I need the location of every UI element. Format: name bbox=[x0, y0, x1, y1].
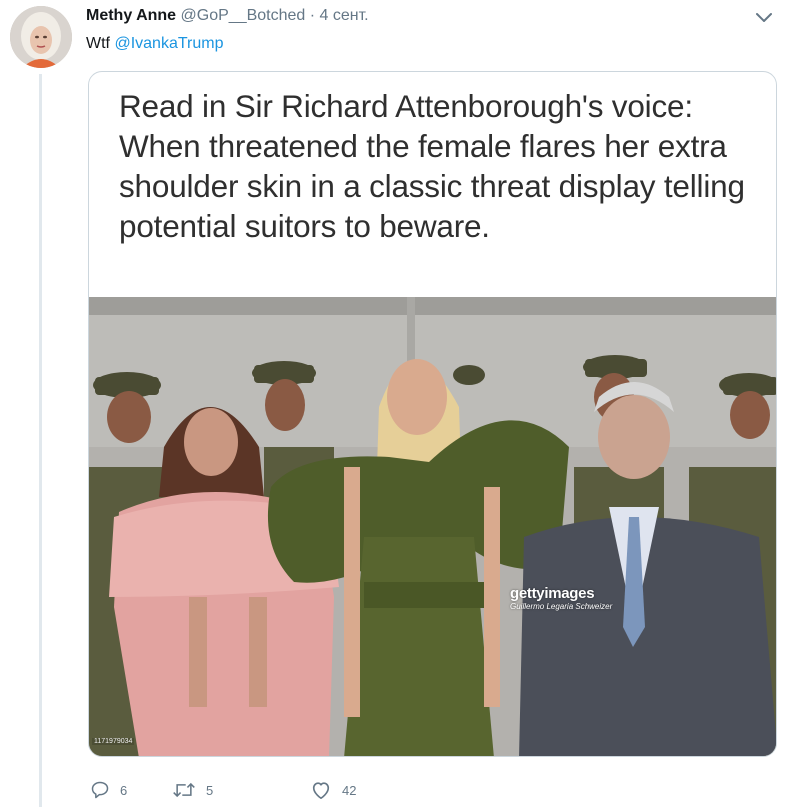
photo-credit: Guillermo Legaria Schweizer bbox=[510, 602, 613, 611]
retweet-button[interactable]: 5 bbox=[172, 776, 213, 804]
tweet-text-prefix: Wtf bbox=[86, 35, 110, 52]
thread-line bbox=[39, 74, 42, 807]
photo[interactable]: gettyimages Guillermo Legaria Schweizer … bbox=[89, 297, 776, 756]
separator: · bbox=[309, 7, 316, 24]
chevron-down-icon[interactable] bbox=[754, 11, 774, 25]
timestamp[interactable]: 4 сент. bbox=[320, 7, 369, 24]
media-card[interactable]: Read in Sir Richard Attenborough's voice… bbox=[88, 71, 777, 757]
action-bar: 6 5 42 bbox=[90, 776, 490, 804]
image-id: 1171979034 bbox=[92, 738, 135, 745]
reply-icon bbox=[91, 781, 109, 799]
tweet[interactable]: Methy Anne @GoP__Botched · 4 сент. Wtf @… bbox=[0, 0, 800, 807]
retweet-icon bbox=[173, 782, 195, 798]
mention-link[interactable]: @IvankaTrump bbox=[114, 35, 223, 52]
like-count: 42 bbox=[342, 782, 357, 798]
retweet-count: 5 bbox=[206, 782, 214, 798]
avatar[interactable] bbox=[10, 6, 72, 68]
like-button[interactable]: 42 bbox=[310, 776, 356, 804]
user-handle[interactable]: @GoP__Botched bbox=[181, 7, 306, 24]
reply-button[interactable]: 6 bbox=[90, 776, 127, 804]
getty-logo: gettyimages bbox=[510, 585, 595, 602]
heart-icon bbox=[312, 782, 330, 799]
display-name[interactable]: Methy Anne bbox=[86, 7, 176, 24]
image-caption: Read in Sir Richard Attenborough's voice… bbox=[119, 88, 745, 244]
watermark: gettyimages Guillermo Legaria Schweizer bbox=[510, 586, 612, 611]
tweet-header: Methy Anne @GoP__Botched · 4 сент. bbox=[86, 5, 369, 27]
reply-count: 6 bbox=[120, 782, 128, 798]
tweet-text: Wtf @IvankaTrump bbox=[86, 33, 223, 55]
